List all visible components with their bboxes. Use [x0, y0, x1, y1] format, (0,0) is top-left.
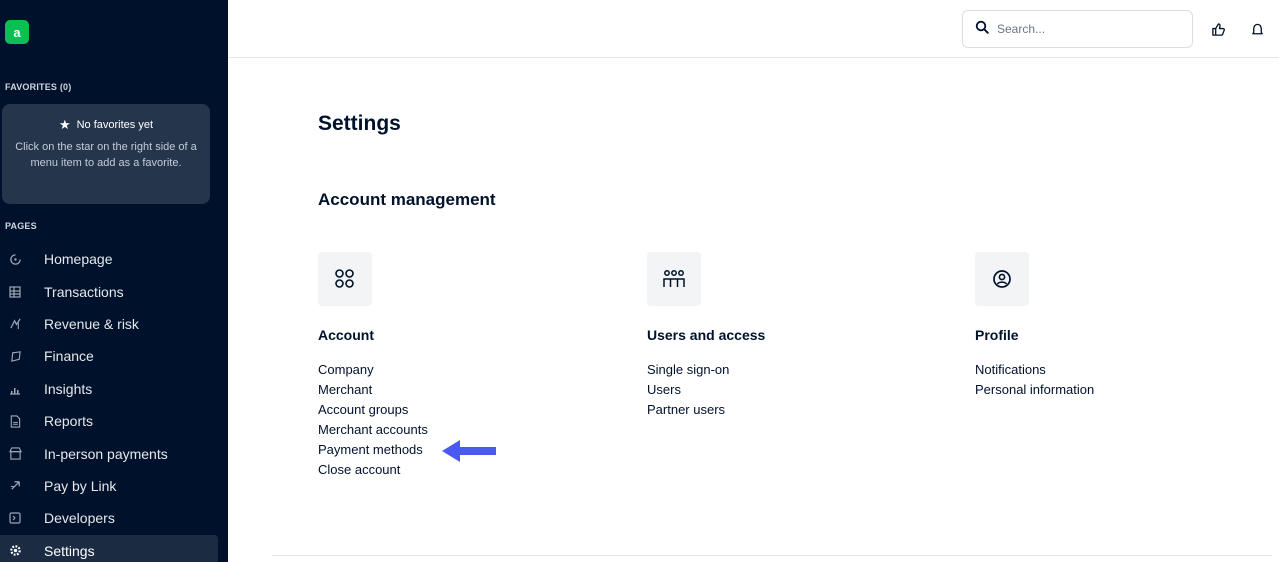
- users-link[interactable]: Users: [647, 380, 907, 400]
- merchant-accounts-link[interactable]: Merchant accounts: [318, 420, 578, 440]
- users-access-column: Users and access Single sign-on Users Pa…: [647, 252, 907, 420]
- account-groups-link[interactable]: Account groups: [318, 400, 578, 420]
- sidebar-item-label: Settings: [44, 542, 95, 559]
- apps-grid-icon: [318, 252, 372, 306]
- sidebar-item-label: Pay by Link: [44, 477, 117, 494]
- sidebar: a FAVORITES (0) ★ No favorites yet Click…: [0, 0, 228, 562]
- sidebar-item-transactions[interactable]: Transactions: [0, 275, 218, 307]
- sidebar-item-label: Transactions: [44, 283, 124, 300]
- profile-column: Profile Notifications Personal informati…: [975, 252, 1235, 400]
- sidebar-item-pay-by-link[interactable]: Pay by Link: [0, 470, 218, 502]
- star-icon: ★: [58, 117, 71, 132]
- feedback-thumbs-up-icon[interactable]: [1209, 20, 1227, 38]
- favorites-empty-desc: Click on the star on the right side of a…: [15, 141, 197, 169]
- rocket-icon: [8, 479, 22, 493]
- terminal-icon: [8, 511, 22, 525]
- sidebar-item-label: Revenue & risk: [44, 315, 139, 332]
- store-icon: [8, 447, 22, 461]
- divider: [272, 555, 1272, 556]
- top-bar: [228, 0, 1279, 58]
- sidebar-nav: Homepage Transactions Revenue & risk Fin…: [0, 243, 218, 562]
- sidebar-item-label: Insights: [44, 380, 93, 397]
- account-title: Account: [318, 327, 374, 343]
- app-logo[interactable]: a: [5, 20, 29, 44]
- merchant-link[interactable]: Merchant: [318, 380, 578, 400]
- sidebar-item-finance[interactable]: Finance: [0, 340, 218, 372]
- sidebar-item-settings[interactable]: Settings: [0, 534, 218, 562]
- sidebar-item-developers[interactable]: Developers: [0, 502, 218, 534]
- sidebar-item-revenue-risk[interactable]: Revenue & risk: [0, 308, 218, 340]
- search-box[interactable]: [962, 10, 1193, 48]
- section-title: Account management: [318, 190, 496, 209]
- bar-chart-icon: [8, 382, 22, 396]
- favorites-empty-title: No favorites yet: [76, 119, 154, 131]
- table-icon: [8, 285, 22, 299]
- page-title: Settings: [318, 112, 401, 135]
- favorites-empty-box: ★ No favorites yet Click on the star on …: [2, 104, 210, 204]
- sidebar-item-insights[interactable]: Insights: [0, 373, 218, 405]
- home-icon: [8, 252, 22, 266]
- sidebar-item-homepage[interactable]: Homepage: [0, 243, 218, 275]
- sidebar-item-label: Homepage: [44, 251, 113, 268]
- sidebar-item-label: Reports: [44, 413, 94, 430]
- sidebar-item-in-person-payments[interactable]: In-person payments: [0, 437, 218, 469]
- sidebar-item-label: Finance: [44, 348, 94, 365]
- sidebar-item-label: Developers: [44, 510, 115, 527]
- search-icon: [975, 20, 989, 39]
- favorites-label: FAVORITES (0): [5, 82, 72, 92]
- document-icon: [8, 414, 22, 428]
- finance-icon: [8, 349, 22, 363]
- users-access-title: Users and access: [647, 327, 766, 343]
- users-group-icon: [647, 252, 701, 306]
- notifications-bell-icon[interactable]: [1248, 20, 1266, 38]
- single-sign-on-link[interactable]: Single sign-on: [647, 360, 907, 380]
- partner-users-link[interactable]: Partner users: [647, 400, 907, 420]
- search-input[interactable]: [997, 22, 1177, 36]
- sidebar-item-reports[interactable]: Reports: [0, 405, 218, 437]
- profile-title: Profile: [975, 327, 1019, 343]
- company-link[interactable]: Company: [318, 360, 578, 380]
- annotation-arrow-icon: [440, 438, 498, 469]
- personal-information-link[interactable]: Personal information: [975, 380, 1235, 400]
- revenue-risk-icon: [8, 317, 22, 331]
- profile-icon: [975, 252, 1029, 306]
- sidebar-item-label: In-person payments: [44, 445, 168, 462]
- gear-icon: [8, 544, 22, 558]
- notifications-link[interactable]: Notifications: [975, 360, 1235, 380]
- pages-label: PAGES: [5, 221, 37, 231]
